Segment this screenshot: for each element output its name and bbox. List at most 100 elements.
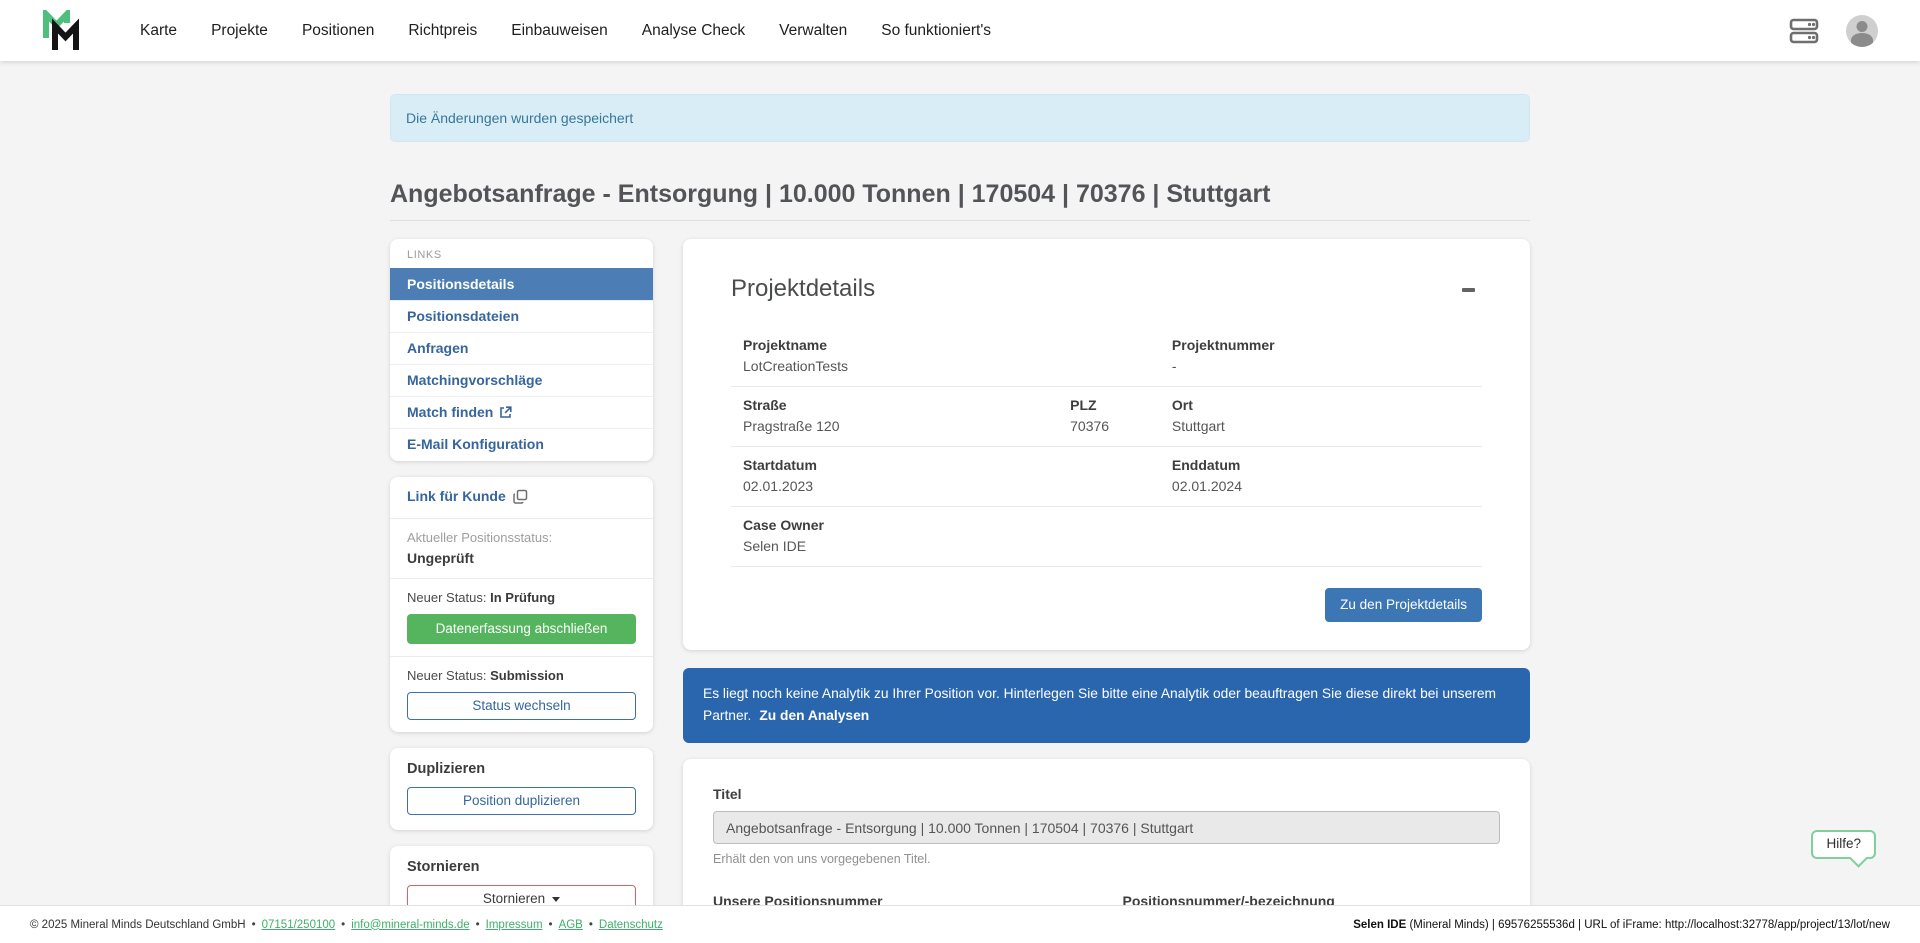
new-status-value: Submission xyxy=(490,668,564,683)
titel-label: Titel xyxy=(713,786,1500,802)
footer-separator: • xyxy=(549,919,553,931)
footer-link-datenschutz[interactable]: Datenschutz xyxy=(599,919,663,931)
avatar-head xyxy=(1857,21,1868,32)
links-card: LINKS Positionsdetails Positionsdateien … xyxy=(390,239,653,461)
project-row-name-number: Projektname LotCreationTests Projektnumm… xyxy=(731,327,1482,387)
footer-user: Selen IDE xyxy=(1353,919,1406,931)
field-value: Selen IDE xyxy=(743,538,1470,554)
mineral-minds-logo[interactable] xyxy=(42,10,88,52)
project-row-dates: Startdatum 02.01.2023 Enddatum 02.01.202… xyxy=(731,447,1482,507)
field-value: Stuttgart xyxy=(1172,418,1470,434)
project-details-title: Projektdetails xyxy=(731,275,1482,303)
go-to-project-details-button[interactable]: Zu den Projektdetails xyxy=(1325,588,1482,622)
caret-down-icon xyxy=(552,897,560,902)
current-status-section: Aktueller Positionsstatus: Ungeprüft xyxy=(390,518,653,578)
footer-link-phone[interactable]: 07151/250100 xyxy=(262,919,336,931)
new-status-value: In Prüfung xyxy=(490,590,555,605)
footer: © 2025 Mineral Minds Deutschland GmbH • … xyxy=(0,905,1920,943)
field-value: 02.01.2024 xyxy=(1172,478,1470,494)
cancel-card-title: Stornieren xyxy=(407,859,636,875)
nav-item-karte[interactable]: Karte xyxy=(140,22,177,40)
new-status-section-1: Neuer Status: In Prüfung Datenerfassung … xyxy=(390,578,653,656)
footer-session-detail: (Mineral Minds) | 69576255536d | URL of … xyxy=(1406,919,1890,931)
duplicate-card-title: Duplizieren xyxy=(407,761,636,777)
footer-link-agb[interactable]: AGB xyxy=(559,919,583,931)
field-plz: PLZ 70376 xyxy=(1070,397,1172,434)
field-startdatum: Startdatum 02.01.2023 xyxy=(743,457,1172,494)
project-details-card: Projektdetails Projektname LotCreationTe… xyxy=(683,239,1530,650)
nav-item-analyse-check[interactable]: Analyse Check xyxy=(642,22,745,40)
customer-link-label: Link für Kunde xyxy=(407,488,506,504)
footer-left: © 2025 Mineral Minds Deutschland GmbH • … xyxy=(30,919,663,931)
footer-link-impressum[interactable]: Impressum xyxy=(486,919,543,931)
switch-status-button[interactable]: Status wechseln xyxy=(407,692,636,720)
customer-link-section: Link für Kunde xyxy=(390,477,653,518)
sidebar-item-email-konfiguration[interactable]: E-Mail Konfiguration xyxy=(390,428,653,460)
nav-item-richtpreis[interactable]: Richtpreis xyxy=(408,22,477,40)
logo-icon xyxy=(42,10,88,52)
field-label: Straße xyxy=(743,397,1070,413)
current-status-value: Ungeprüft xyxy=(407,550,636,566)
sidebar-item-anfragen[interactable]: Anfragen xyxy=(390,332,653,364)
server-stack-icon[interactable] xyxy=(1788,17,1820,45)
sidebar-item-positionsdetails[interactable]: Positionsdetails xyxy=(390,268,653,300)
field-label: Projektnummer xyxy=(1172,337,1470,353)
field-value: - xyxy=(1172,358,1470,374)
new-status-line-1: Neuer Status: In Prüfung xyxy=(407,590,636,605)
field-ort: Ort Stuttgart xyxy=(1172,397,1470,434)
main-content: Projektdetails Projektname LotCreationTe… xyxy=(683,239,1530,943)
duplicate-position-button[interactable]: Position duplizieren xyxy=(407,787,636,815)
new-status-section-2: Neuer Status: Submission Status wechseln xyxy=(390,656,653,732)
field-label: Startdatum xyxy=(743,457,1172,473)
new-status-label: Neuer Status: xyxy=(407,590,487,605)
current-status-label: Aktueller Positionsstatus: xyxy=(407,530,636,545)
go-to-analyses-link[interactable]: Zu den Analysen xyxy=(759,708,869,723)
alert-message: Die Änderungen wurden gespeichert xyxy=(406,110,633,126)
page-title: Angebotsanfrage - Entsorgung | 10.000 To… xyxy=(390,180,1530,221)
main-menu: Karte Projekte Positionen Richtpreis Ein… xyxy=(140,22,991,40)
field-label: Ort xyxy=(1172,397,1470,413)
sidebar-item-label: Match finden xyxy=(407,404,493,420)
project-row-owner: Case Owner Selen IDE xyxy=(731,507,1482,567)
copy-icon xyxy=(513,489,528,504)
sidebar-item-label: E-Mail Konfiguration xyxy=(407,436,544,452)
nav-item-verwalten[interactable]: Verwalten xyxy=(779,22,847,40)
save-success-alert: Die Änderungen wurden gespeichert xyxy=(390,94,1530,142)
customer-link[interactable]: Link für Kunde xyxy=(407,488,528,504)
new-status-label: Neuer Status: xyxy=(407,668,487,683)
collapse-icon[interactable] xyxy=(1458,279,1478,295)
sidebar-item-label: Positionsdateien xyxy=(407,308,519,324)
copyright-text: © 2025 Mineral Minds Deutschland GmbH xyxy=(30,919,246,931)
field-value: LotCreationTests xyxy=(743,358,1172,374)
nav-item-projekte[interactable]: Projekte xyxy=(211,22,268,40)
sidebar-item-label: Matchingvorschläge xyxy=(407,372,542,388)
footer-session-info: Selen IDE (Mineral Minds) | 69576255536d… xyxy=(1353,919,1890,931)
sidebar-item-label: Positionsdetails xyxy=(407,276,514,292)
titel-help-text: Erhält den von uns vorgegebenen Titel. xyxy=(713,852,1500,866)
nav-item-so-funktionierts[interactable]: So funktioniert's xyxy=(881,22,991,40)
field-value: 02.01.2023 xyxy=(743,478,1172,494)
field-case-owner: Case Owner Selen IDE xyxy=(743,517,1470,554)
field-value: Pragstraße 120 xyxy=(743,418,1070,434)
project-details-rows: Projektname LotCreationTests Projektnumm… xyxy=(731,327,1482,567)
footer-separator: • xyxy=(589,919,593,931)
nav-item-einbauweisen[interactable]: Einbauweisen xyxy=(511,22,608,40)
field-label: Projektname xyxy=(743,337,1172,353)
field-label: Case Owner xyxy=(743,517,1470,533)
sidebar-item-matchingvorschlaege[interactable]: Matchingvorschläge xyxy=(390,364,653,396)
user-avatar-icon[interactable] xyxy=(1846,15,1878,47)
sidebar-item-label: Anfragen xyxy=(407,340,468,356)
nav-item-positionen[interactable]: Positionen xyxy=(302,22,374,40)
sidebar-item-match-finden[interactable]: Match finden xyxy=(390,396,653,428)
footer-link-email[interactable]: info@mineral-minds.de xyxy=(351,919,469,931)
footer-separator: • xyxy=(341,919,345,931)
avatar-body xyxy=(1851,33,1873,47)
titel-field-group: Titel Erhält den von uns vorgegebenen Ti… xyxy=(713,786,1500,866)
complete-data-entry-button[interactable]: Datenerfassung abschließen xyxy=(407,614,636,644)
field-projektnummer: Projektnummer - xyxy=(1172,337,1470,374)
help-button[interactable]: Hilfe? xyxy=(1811,830,1876,859)
nav-right-actions xyxy=(1788,15,1878,47)
sidebar-item-positionsdateien[interactable]: Positionsdateien xyxy=(390,300,653,332)
external-link-icon xyxy=(499,406,512,419)
new-status-line-2: Neuer Status: Submission xyxy=(407,668,636,683)
